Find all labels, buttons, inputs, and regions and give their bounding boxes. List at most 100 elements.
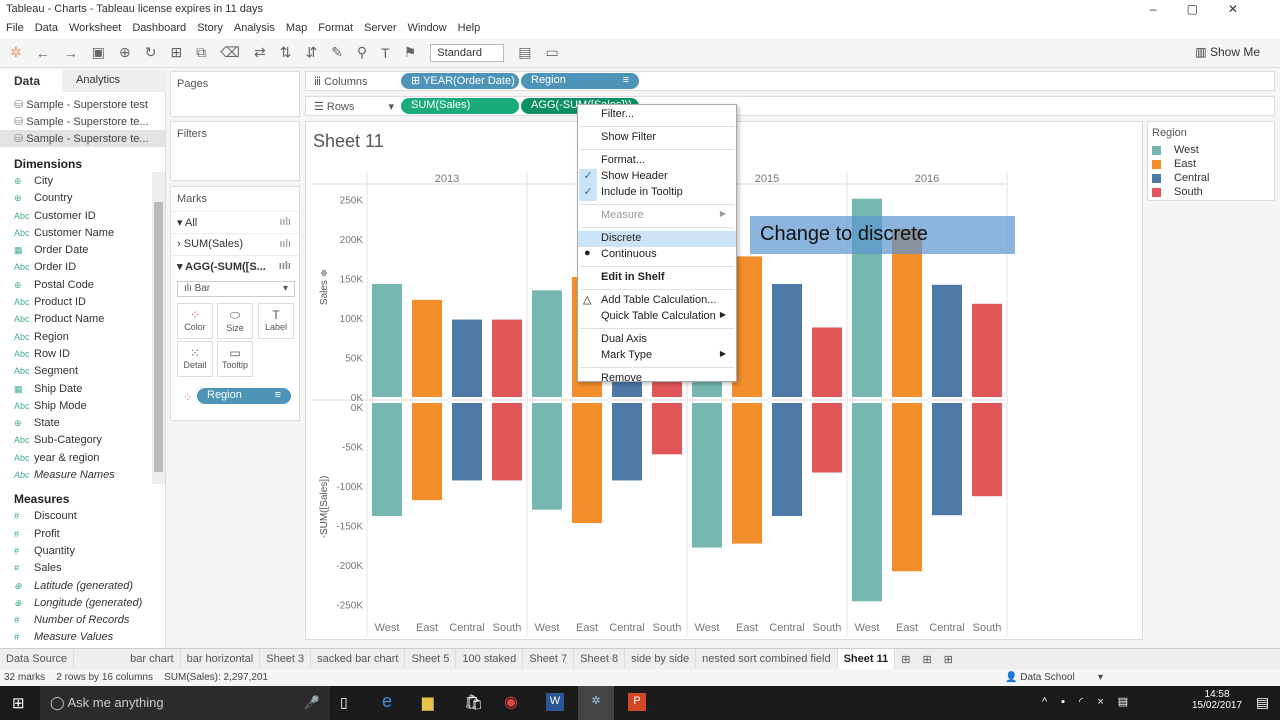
group-icon[interactable]: ⚲: [357, 44, 367, 61]
user-menu[interactable]: 👤 Data School ▾: [1005, 672, 1103, 683]
bar-neg-2013-west[interactable]: [372, 403, 402, 516]
top-axis-label[interactable]: Sales ≑: [319, 269, 330, 305]
menu-item-dual-axis[interactable]: Dual Axis: [578, 332, 736, 348]
bar-pos-2013-east[interactable]: [412, 299, 442, 397]
field-order-date[interactable]: ▦ Order Date: [0, 243, 152, 260]
field-customer-name[interactable]: Abc Customer Name: [0, 226, 152, 243]
bar-neg-2015-east[interactable]: [732, 403, 762, 544]
field-segment[interactable]: Abc Segment: [0, 364, 152, 381]
field-state[interactable]: ⊕ State: [0, 416, 152, 433]
undo-icon[interactable]: ←: [36, 45, 50, 61]
menu-help[interactable]: Help: [458, 22, 481, 36]
menu-item-discrete[interactable]: Discrete: [578, 231, 736, 247]
data-source-item[interactable]: ⛁ Sample - Superstore test: [0, 96, 165, 113]
bar-neg-2014-east[interactable]: [572, 403, 602, 524]
sheet-tab[interactable]: bar horizontal: [181, 649, 261, 669]
new-datasource-icon[interactable]: ⊕: [119, 44, 131, 61]
presentation-icon[interactable]: ▭: [546, 44, 559, 61]
field-latitude-generated-[interactable]: ⊕ Latitude (generated): [0, 579, 152, 596]
field-order-id[interactable]: Abc Order ID: [0, 260, 152, 277]
fit-select[interactable]: Standard: [430, 43, 505, 62]
pin-icon[interactable]: ⚑: [404, 44, 417, 61]
sheet-tab[interactable]: Data Source: [0, 649, 75, 669]
sort-asc-icon[interactable]: ⇅: [280, 44, 292, 61]
legend-item-central[interactable]: Central: [1148, 172, 1274, 186]
bar-pos-2013-south[interactable]: [492, 319, 522, 397]
bar-pos-2013-central[interactable]: [452, 319, 482, 397]
marks-all[interactable]: ▾ All ıılı: [171, 211, 299, 233]
detail-button[interactable]: ⁙ Detail: [177, 341, 213, 377]
marks-sum-sales[interactable]: › SUM(Sales) ıılı: [171, 233, 299, 255]
bar-neg-2016-central[interactable]: [932, 403, 962, 516]
sheet-tab[interactable]: Sheet 7: [523, 649, 575, 669]
label-button[interactable]: T Label: [258, 303, 294, 339]
field-product-name[interactable]: Abc Product Name: [0, 312, 152, 329]
search-box[interactable]: ◯ Ask me anything 🎤: [40, 686, 330, 720]
bar-pos-2015-central[interactable]: [772, 284, 802, 397]
sort-desc-icon[interactable]: ⇵: [305, 44, 317, 61]
field-measure-names[interactable]: Abc Measure Names: [0, 468, 152, 485]
pages-card[interactable]: Pages: [170, 71, 300, 117]
menu-server[interactable]: Server: [364, 22, 396, 36]
bar-neg-2016-west[interactable]: [852, 403, 882, 602]
task-view-icon[interactable]: ▯: [340, 694, 348, 711]
menu-item-include-in-tooltip[interactable]: ✓ Include in Tooltip: [578, 185, 736, 201]
duplicate-icon[interactable]: ⧉: [196, 44, 206, 61]
notifications-icon[interactable]: ▤: [1256, 694, 1269, 711]
size-button[interactable]: ⬭ Size: [217, 303, 253, 339]
clock[interactable]: 14:58 15/02/2017: [1192, 689, 1242, 711]
word-icon[interactable]: W: [546, 693, 564, 711]
edge-icon[interactable]: e: [382, 691, 392, 712]
menu-item-show-header[interactable]: ✓ Show Header: [578, 169, 736, 185]
highlight-icon[interactable]: ✎: [331, 44, 343, 61]
menu-map[interactable]: Map: [286, 22, 307, 36]
sheet-tab[interactable]: Sheet 5: [405, 649, 457, 669]
sheet-tab[interactable]: Sheet 3: [260, 649, 312, 669]
new-sheet-icon[interactable]: ⊞: [170, 44, 182, 61]
sheet-tab[interactable]: bar chart: [124, 649, 181, 669]
bar-neg-2014-west[interactable]: [532, 403, 562, 510]
new-dashboard-icon[interactable]: ⊞: [916, 649, 937, 669]
powerpoint-icon[interactable]: P: [628, 693, 646, 711]
windows-start-icon[interactable]: ⊞: [12, 694, 25, 712]
tab-analytics[interactable]: Analytics: [62, 70, 166, 92]
save-icon[interactable]: ▣: [92, 44, 105, 61]
data-source-item[interactable]: ⛁ Sample - Superstore te...: [0, 113, 165, 130]
region-color-pill[interactable]: Region ≡: [197, 388, 291, 404]
menu-item-remove[interactable]: Remove: [578, 371, 736, 387]
field-ship-mode[interactable]: Abc Ship Mode: [0, 399, 152, 416]
menu-worksheet[interactable]: Worksheet: [69, 22, 121, 36]
field-ship-date[interactable]: ▦ Ship Date: [0, 382, 152, 399]
field-row-id[interactable]: Abc Row ID: [0, 347, 152, 364]
tooltip-button[interactable]: ▭ Tooltip: [217, 341, 253, 377]
field-number-of-records[interactable]: # Number of Records: [0, 613, 152, 630]
menu-item-add-table-calculation[interactable]: △ Add Table Calculation...: [578, 293, 736, 309]
bar-neg-2013-south[interactable]: [492, 403, 522, 481]
menu-item-quick-table-calculation[interactable]: Quick Table Calculation ▶: [578, 309, 736, 325]
mark-type-select[interactable]: ılı Bar ▾: [177, 281, 295, 297]
menu-analysis[interactable]: Analysis: [234, 22, 275, 36]
tab-data[interactable]: Data: [0, 70, 55, 92]
menu-dashboard[interactable]: Dashboard: [132, 22, 186, 36]
field-city[interactable]: ⊕ City: [0, 174, 152, 191]
bar-neg-2016-east[interactable]: [892, 403, 922, 572]
store-icon[interactable]: 🛍: [464, 693, 483, 711]
bar-neg-2013-central[interactable]: [452, 403, 482, 481]
bottom-axis-label[interactable]: -SUM([Sales]): [319, 476, 330, 539]
menu-item-filter[interactable]: Filter...: [578, 107, 736, 123]
menu-story[interactable]: Story: [197, 22, 223, 36]
sheet-tab[interactable]: Sheet 8: [574, 649, 626, 669]
redo-icon[interactable]: →: [64, 45, 78, 61]
bar-pos-2016-south[interactable]: [972, 303, 1002, 397]
field-quantity[interactable]: # Quantity: [0, 544, 152, 561]
bar-neg-2015-central[interactable]: [772, 403, 802, 516]
sheet-tab[interactable]: Sheet 11: [837, 649, 896, 669]
swap-icon[interactable]: ⇄: [254, 44, 266, 61]
explorer-icon[interactable]: ▆: [422, 693, 434, 711]
filters-card[interactable]: Filters: [170, 121, 300, 181]
chrome-icon[interactable]: ◉: [504, 692, 518, 712]
field-sales[interactable]: # Sales: [0, 561, 152, 578]
menu-format[interactable]: Format: [318, 22, 353, 36]
field-profit[interactable]: # Profit: [0, 527, 152, 544]
menu-item-edit-in-shelf[interactable]: Edit in Shelf: [578, 270, 736, 286]
